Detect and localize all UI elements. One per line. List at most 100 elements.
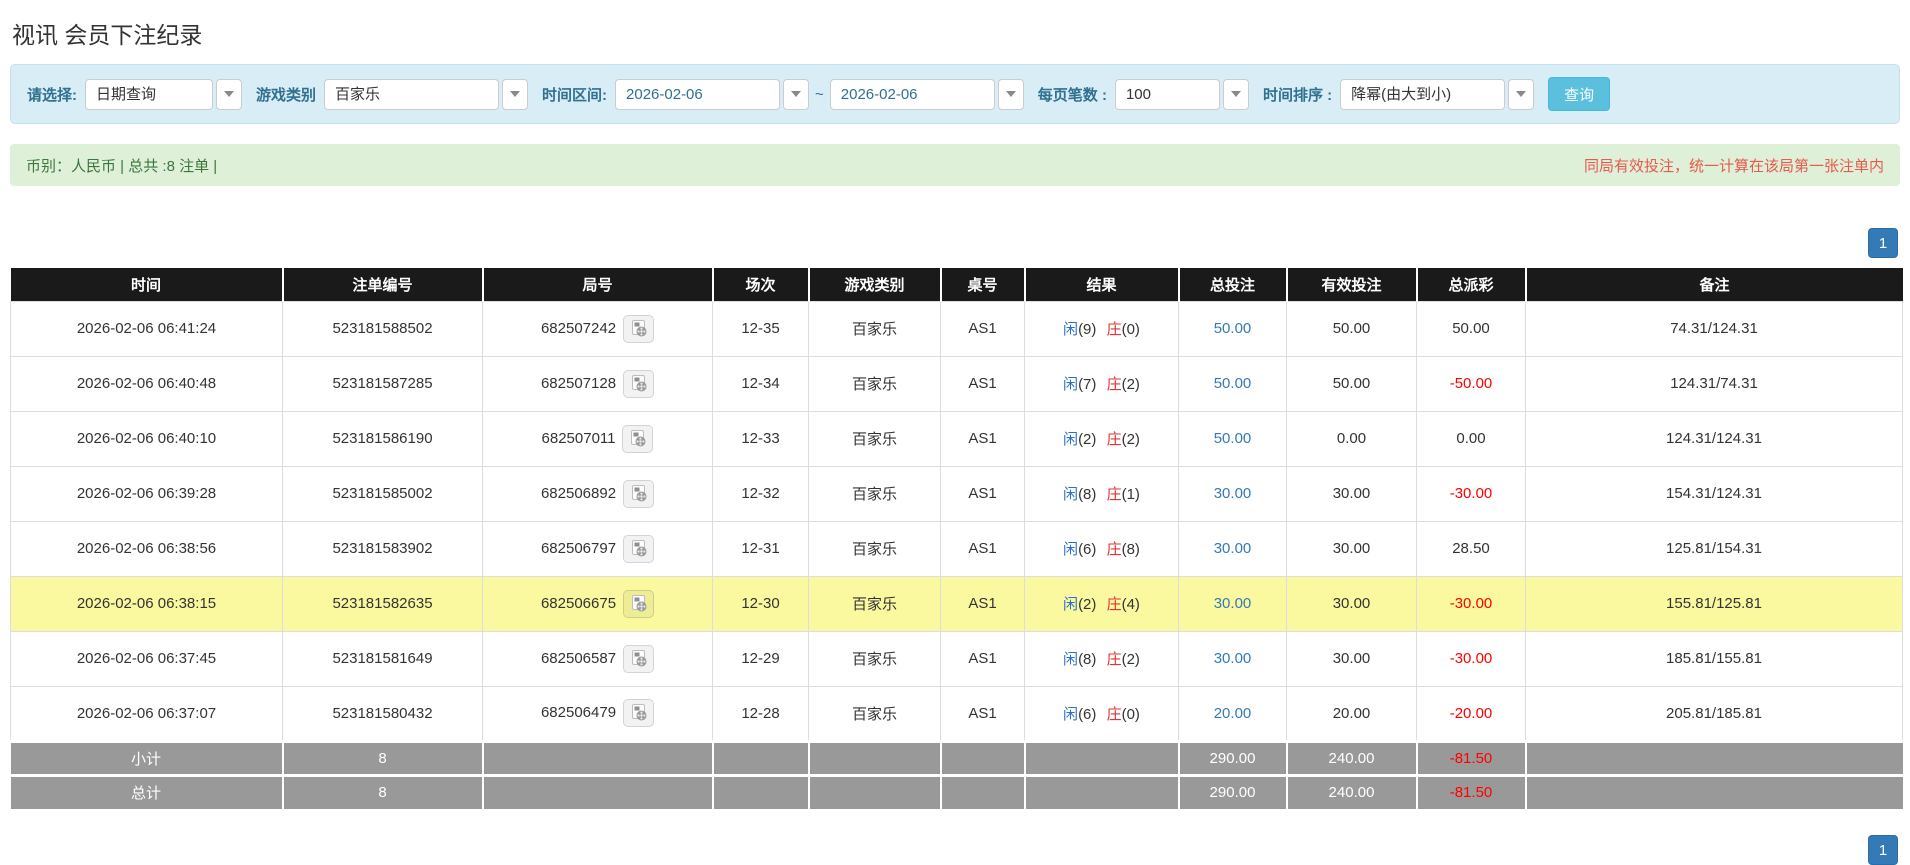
- table-row: 2026-02-06 06:38:15 523181582635 6825066…: [10, 575, 1903, 632]
- film-replay-icon: [631, 484, 647, 501]
- banker-label: 庄: [1106, 541, 1122, 558]
- player-result: 闲(8): [1063, 486, 1096, 503]
- cell-game-type: 百家乐: [808, 575, 941, 632]
- round-no-text: 682507011: [541, 429, 616, 447]
- date-from-value[interactable]: 2026-02-06: [615, 78, 781, 110]
- video-replay-button[interactable]: [623, 479, 655, 508]
- cell-time: 2026-02-06 06:38:56: [10, 520, 283, 577]
- header-total-bet: 总投注: [1178, 268, 1288, 301]
- video-replay-button[interactable]: [623, 699, 655, 727]
- chevron-down-icon[interactable]: [997, 78, 1024, 110]
- player-result: 闲(2): [1063, 596, 1096, 613]
- video-replay-button[interactable]: [622, 424, 654, 453]
- query-type-value[interactable]: 日期查询: [85, 78, 213, 110]
- cell-valid-bet: 0.00: [1286, 410, 1417, 467]
- chevron-down-icon[interactable]: [502, 78, 529, 110]
- banker-result: 庄(1): [1107, 486, 1140, 503]
- chevron-down-icon[interactable]: [1508, 78, 1535, 110]
- game-type-value[interactable]: 百家乐: [324, 78, 500, 110]
- cell-remark: 155.81/125.81: [1525, 575, 1903, 632]
- player-score: (7): [1078, 376, 1097, 393]
- video-replay-button[interactable]: [623, 369, 655, 398]
- date-to-select[interactable]: 2026-02-06: [829, 78, 1024, 110]
- cell-total-bet[interactable]: 50.00: [1178, 300, 1287, 357]
- subtotal-empty: [808, 739, 942, 775]
- cell-total-bet[interactable]: 30.00: [1178, 520, 1287, 577]
- subtotal-payout: -81.50: [1416, 739, 1527, 775]
- video-replay-button[interactable]: [623, 534, 655, 563]
- time-sort-value[interactable]: 降幂(由大到小): [1340, 78, 1506, 110]
- chevron-down-icon[interactable]: [783, 78, 810, 110]
- video-replay-button[interactable]: [623, 314, 655, 343]
- cell-total-bet[interactable]: 20.00: [1178, 685, 1287, 742]
- cell-round-no: 682506587: [482, 630, 713, 687]
- cell-remark: 154.31/124.31: [1525, 465, 1903, 522]
- cell-table-no: AS1: [940, 520, 1025, 577]
- game-type-select[interactable]: 百家乐: [324, 78, 529, 110]
- pagination-bottom: 1: [0, 835, 1898, 865]
- page-1-button-bottom[interactable]: 1: [1868, 835, 1898, 865]
- cell-payout: -50.00: [1416, 355, 1526, 412]
- cell-game-type: 百家乐: [808, 300, 941, 357]
- cell-time: 2026-02-06 06:40:10: [10, 410, 283, 467]
- page-title: 视讯 会员下注纪录: [12, 22, 203, 48]
- player-label: 闲: [1063, 705, 1079, 723]
- page-1-button[interactable]: 1: [1868, 228, 1898, 258]
- video-replay-button[interactable]: [623, 589, 655, 618]
- player-result: 闲(9): [1063, 321, 1096, 338]
- banker-score: (8): [1121, 541, 1140, 558]
- cell-remark: 74.31/124.31: [1525, 300, 1903, 357]
- banker-score: (2): [1121, 376, 1140, 393]
- time-sort-select[interactable]: 降幂(由大到小): [1340, 78, 1535, 110]
- range-separator: ~: [815, 85, 824, 103]
- film-replay-icon: [631, 539, 647, 556]
- page-size-select[interactable]: 100: [1114, 78, 1249, 110]
- cell-table-no: AS1: [940, 685, 1025, 742]
- cell-table-no: AS1: [940, 300, 1025, 357]
- cell-total-bet[interactable]: 30.00: [1178, 575, 1287, 632]
- cell-result: 闲(2) 庄(2): [1024, 410, 1179, 467]
- date-from-select[interactable]: 2026-02-06: [615, 78, 810, 110]
- date-to-value[interactable]: 2026-02-06: [829, 78, 995, 110]
- cell-game-type: 百家乐: [808, 685, 941, 742]
- cell-total-bet[interactable]: 30.00: [1178, 465, 1287, 522]
- player-label: 闲: [1063, 541, 1079, 558]
- cell-total-bet[interactable]: 50.00: [1178, 410, 1287, 467]
- cell-bet-no: 523181581649: [282, 630, 483, 687]
- film-replay-icon: [631, 649, 647, 666]
- banker-result: 庄(4): [1107, 596, 1140, 613]
- cell-result: 闲(6) 庄(8): [1024, 520, 1179, 577]
- player-label: 闲: [1063, 321, 1079, 338]
- cell-payout: -20.00: [1416, 685, 1526, 742]
- chevron-down-icon[interactable]: [1222, 78, 1249, 110]
- total-label: 总计: [10, 773, 284, 809]
- page-size-value[interactable]: 100: [1114, 78, 1220, 110]
- cell-bet-no: 523181588502: [282, 300, 483, 357]
- player-result: 闲(6): [1063, 541, 1096, 558]
- table-row: 2026-02-06 06:40:10 523181586190 6825070…: [10, 410, 1903, 467]
- cell-table-no: AS1: [940, 630, 1025, 687]
- banker-label: 庄: [1106, 651, 1122, 668]
- query-type-select[interactable]: 日期查询: [85, 78, 242, 110]
- cell-result: 闲(8) 庄(1): [1024, 465, 1179, 522]
- table-body: 2026-02-06 06:41:24 523181588502 6825072…: [10, 300, 1903, 742]
- cell-payout: -30.00: [1416, 465, 1526, 522]
- cell-valid-bet: 50.00: [1286, 300, 1417, 357]
- search-button[interactable]: 查询: [1548, 77, 1611, 111]
- round-no-text: 682507242: [540, 319, 617, 337]
- cell-total-bet[interactable]: 50.00: [1178, 355, 1287, 412]
- cell-total-bet[interactable]: 30.00: [1178, 630, 1287, 687]
- cell-valid-bet: 30.00: [1286, 630, 1417, 687]
- round-no-text: 682506479: [540, 703, 617, 721]
- player-result: 闲(7): [1063, 376, 1096, 393]
- banker-score: (0): [1121, 705, 1140, 723]
- cell-payout: 28.50: [1416, 520, 1526, 577]
- banker-result: 庄(0): [1107, 321, 1140, 338]
- cell-round-no: 682506675: [482, 575, 713, 632]
- chevron-down-icon[interactable]: [216, 78, 242, 110]
- cell-round-no: 682507242: [482, 300, 713, 357]
- round-no-text: 682506892: [540, 484, 617, 502]
- video-replay-button[interactable]: [623, 644, 655, 673]
- cell-payout: 0.00: [1416, 410, 1526, 467]
- total-total-bet: 290.00: [1178, 773, 1288, 809]
